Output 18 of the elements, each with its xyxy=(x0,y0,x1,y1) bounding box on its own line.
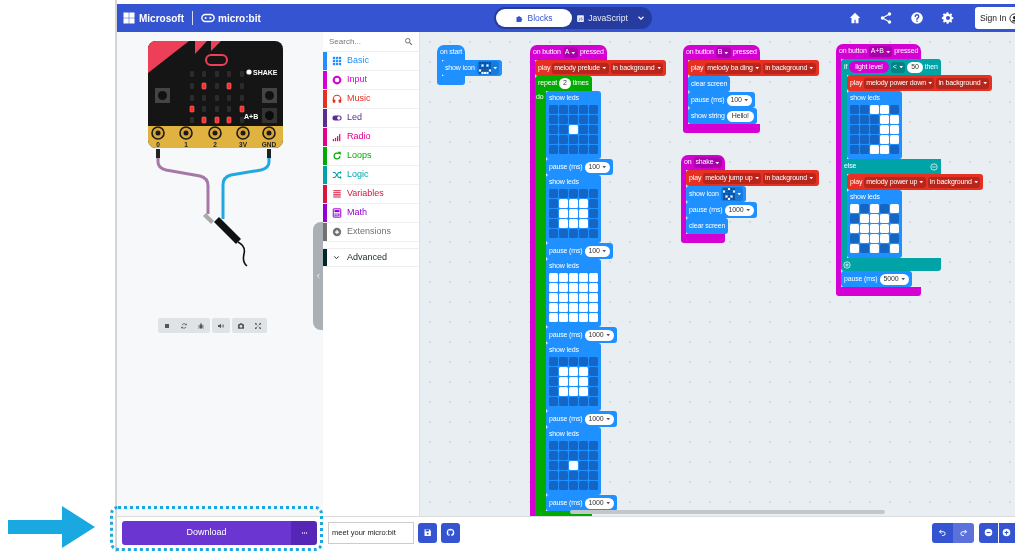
sign-in-button[interactable]: Sign In xyxy=(975,7,1015,29)
product-name: micro:bit xyxy=(218,11,261,26)
editor-tab[interactable]: JavaScript xyxy=(572,9,632,27)
editor-tab[interactable]: Blocks xyxy=(496,9,572,27)
category-item[interactable]: Loops xyxy=(323,147,419,166)
brand-name: Microsoft xyxy=(139,11,184,26)
category-item[interactable]: Logic xyxy=(323,166,419,185)
download-button[interactable]: Download xyxy=(122,520,291,545)
category-item[interactable]: Extensions xyxy=(323,223,419,242)
category-item[interactable]: Music xyxy=(323,90,419,109)
category-item[interactable]: Radio xyxy=(323,128,419,147)
category-item[interactable]: Input xyxy=(323,71,419,90)
category-item[interactable]: Basic xyxy=(323,52,419,71)
category-item[interactable]: Variables xyxy=(323,185,419,204)
category-item[interactable]: Math xyxy=(323,204,419,223)
search-field[interactable]: Search... xyxy=(329,35,399,48)
category-item[interactable]: Led xyxy=(323,109,419,128)
advanced-item[interactable]: Advanced xyxy=(323,248,419,267)
